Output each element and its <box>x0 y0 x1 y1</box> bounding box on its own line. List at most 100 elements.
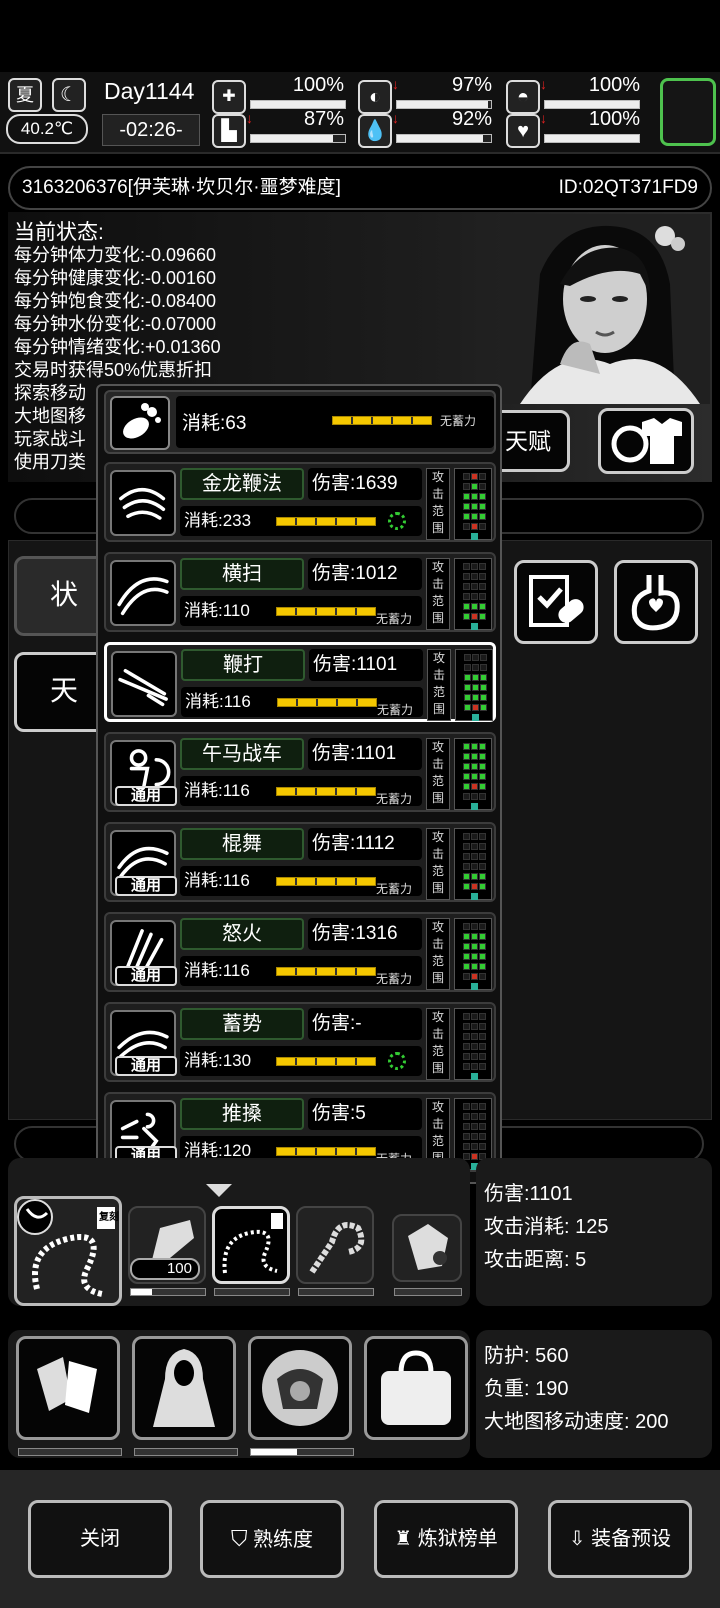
range-cell <box>471 563 478 570</box>
range-cell <box>479 743 486 750</box>
gloves-slot[interactable] <box>16 1336 120 1440</box>
skill-damage: 伤害:1101 <box>308 738 422 770</box>
attack-range-char: 范 <box>431 774 444 788</box>
skill-icon: 通用 <box>110 1010 177 1076</box>
proficiency-button[interactable]: ⛉ 熟练度 <box>200 1500 344 1578</box>
range-cell <box>471 1063 478 1070</box>
range-cell <box>479 583 486 590</box>
attack-range-label: 攻击范围 <box>426 468 450 540</box>
cloak-icon <box>153 1349 215 1427</box>
minimap-button[interactable] <box>660 78 716 146</box>
outfit-swap-button[interactable] <box>598 408 694 474</box>
skill-card[interactable]: 通用 怒火 伤害:1316 消耗:116 无蓄力攻击范围 <box>104 912 496 992</box>
attack-range-char: 围 <box>431 971 444 985</box>
range-cell <box>471 523 478 530</box>
attack-range-char: 范 <box>431 864 444 878</box>
skill-card[interactable]: 鞭打 伤害:1101 消耗:116 无蓄力攻击范围 <box>104 642 496 722</box>
proficiency-label: 熟练度 <box>253 1529 314 1551</box>
whip-icon <box>222 1213 283 1274</box>
skill-card[interactable]: 通用 蓄势 伤害:- 消耗:130 攻击范围 <box>104 1002 496 1082</box>
attack-range-grid <box>454 918 492 990</box>
preset-icon: ⇩ <box>568 1528 586 1550</box>
medical-button[interactable] <box>514 560 598 644</box>
skill-card[interactable]: 横扫 伤害:1012 消耗:110 无蓄力攻击范围 <box>104 552 496 632</box>
replica-tag: 复刻 <box>99 1212 119 1223</box>
range-cell <box>471 1023 478 1030</box>
skill-name: 推搡 <box>180 1098 304 1130</box>
skill-card[interactable]: 通用 棍舞 伤害:1112 消耗:116 无蓄力攻击范围 <box>104 822 496 902</box>
cost-bar <box>277 698 377 707</box>
skill-card[interactable]: 金龙鞭法 伤害:1639 消耗:233 攻击范围 <box>104 462 496 542</box>
main-weapon-slot[interactable]: 复刻 <box>14 1196 122 1306</box>
range-cell <box>480 704 487 711</box>
pill-value: 100% <box>588 74 640 96</box>
durability-bar <box>130 1288 206 1296</box>
footprint-icon <box>110 396 170 450</box>
status-line: 每分钟饱食变化:-0.08400 <box>14 291 217 311</box>
attack-range-char: 击 <box>431 1117 444 1131</box>
weapon-slot-gauntlet[interactable]: 100 <box>128 1206 206 1284</box>
weapon-slot-whip[interactable] <box>212 1206 290 1284</box>
gear-info: 防护: 560 负重: 190 大地图移动速度: 200 <box>476 1330 712 1458</box>
skill-icon: 通用 <box>110 1100 177 1166</box>
moon-icon: ☾ <box>52 78 86 112</box>
skill-card[interactable]: 通用 午马战车 伤害:1101 消耗:116 无蓄力攻击范围 <box>104 732 496 812</box>
player-position-cell <box>471 983 478 990</box>
weapon-slot-armor-piece[interactable] <box>392 1214 462 1282</box>
move-no-charge: 无蓄力 <box>440 414 477 428</box>
close-button[interactable]: 关闭 <box>28 1500 172 1578</box>
ranking-label: 炼狱榜单 <box>417 1528 498 1550</box>
range-cell <box>463 503 470 510</box>
attack-range-char: 范 <box>431 504 444 518</box>
player-position-cell <box>472 714 479 721</box>
attack-range-char: 击 <box>432 668 445 682</box>
range-cell <box>464 664 471 671</box>
stomach-value: 97% <box>451 74 492 96</box>
player-position-cell <box>471 1073 478 1080</box>
range-cell <box>479 1043 486 1050</box>
cloak-slot[interactable] <box>132 1336 236 1440</box>
range-cell <box>463 863 470 870</box>
range-cell <box>479 763 486 770</box>
range-cell <box>463 493 470 500</box>
preset-label: 装备预设 <box>591 1528 672 1550</box>
health-value: 100% <box>292 74 344 96</box>
range-cell <box>463 483 470 490</box>
skill-name: 鞭打 <box>181 649 305 681</box>
range-cell <box>479 613 486 620</box>
stomach-button[interactable] <box>614 560 698 644</box>
range-cell <box>471 773 478 780</box>
cost-bar <box>276 787 376 796</box>
range-cell <box>479 933 486 940</box>
range-cell <box>471 883 478 890</box>
attack-range-grid <box>454 828 492 900</box>
range-cell <box>479 493 486 500</box>
range-cell <box>471 923 478 930</box>
range-cell <box>480 654 487 661</box>
character-portrait <box>500 214 710 404</box>
range-cell <box>480 664 487 671</box>
range-cell <box>472 694 479 701</box>
attack-range-char: 围 <box>432 702 445 716</box>
charge-ring-icon <box>388 512 406 530</box>
durability-bar <box>250 1448 354 1456</box>
status-line: 大地图移 <box>14 406 86 426</box>
range-cell <box>472 654 479 661</box>
ranking-button[interactable]: ♜ 炼狱榜单 <box>374 1500 518 1578</box>
skill-name: 怒火 <box>180 918 304 950</box>
range-cell <box>463 1113 470 1120</box>
armor-slot[interactable] <box>248 1336 352 1440</box>
bag-slot[interactable] <box>364 1336 468 1440</box>
weapon-slot-chain[interactable] <box>296 1206 374 1284</box>
range-cell <box>464 704 471 711</box>
range-cell <box>479 773 486 780</box>
status-line: 使用刀类 <box>14 452 86 472</box>
temperature-display: 40.2℃ <box>6 114 88 144</box>
skill-name: 蓄势 <box>180 1008 304 1040</box>
skill-icon: 通用 <box>110 830 177 896</box>
preset-button[interactable]: ⇩ 装备预设 <box>548 1500 692 1578</box>
attack-range-char: 范 <box>431 954 444 968</box>
move-skill-row[interactable]: 消耗:63 无蓄力 <box>104 390 496 454</box>
range-cell <box>471 1033 478 1040</box>
range-cell <box>471 1123 478 1130</box>
